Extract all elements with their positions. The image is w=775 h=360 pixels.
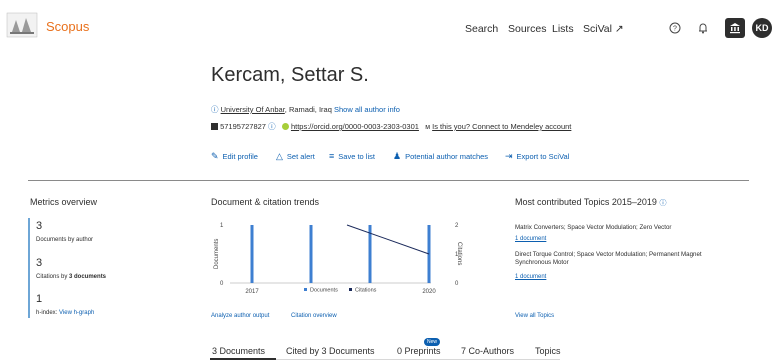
nav-lists[interactable]: Lists	[552, 23, 574, 35]
bell-icon[interactable]	[693, 18, 713, 38]
citations-line	[346, 224, 430, 255]
topic-item-name: Matrix Converters; Space Vector Modulati…	[515, 224, 672, 231]
trends-chart: 10210Documents Citations2017 2020Documents…	[214, 223, 462, 295]
pencil-icon: ✎	[211, 151, 219, 161]
nav-sources[interactable]: Sources	[508, 23, 547, 35]
topics-title: Most contributed Topics 2015–2019 ⓘ	[515, 197, 666, 208]
bell-icon: △	[276, 151, 283, 161]
y2-tick-label: 2	[455, 223, 459, 229]
view-all-topics-link[interactable]: View all Topics	[515, 313, 554, 319]
tab-cited-by[interactable]: Cited by 3 Documents	[286, 346, 375, 356]
building-icon: ⓘ	[211, 105, 219, 114]
new-badge: New	[424, 338, 441, 346]
y2-tick-label: 0	[455, 281, 459, 287]
documents-count[interactable]: 3	[36, 220, 42, 232]
info-icon[interactable]: ⓘ	[268, 122, 276, 131]
topic-item-docs-link[interactable]: 1 document	[515, 236, 546, 242]
citations-count[interactable]: 3	[36, 257, 42, 269]
metrics-accent-bar	[28, 218, 30, 318]
legend-swatch	[304, 288, 307, 291]
topic-item-docs-link[interactable]: 1 document	[515, 274, 546, 280]
topic-item-name: Direct Torque Control; Space Vector Modu…	[515, 251, 702, 266]
scopus-id: 57195727827	[220, 122, 266, 131]
view-h-graph-link[interactable]: View h-graph	[59, 310, 94, 316]
section-divider	[28, 180, 749, 181]
citations-label-prefix: Citations by	[36, 274, 70, 280]
help-icon[interactable]: ?	[665, 18, 685, 38]
user-avatar[interactable]: KD	[752, 18, 772, 38]
h-index-label: h-index:	[36, 310, 58, 316]
documents-bar	[250, 225, 254, 283]
set-alert-label: Set alert	[286, 152, 315, 161]
x-tick-label: 2017	[245, 289, 259, 295]
export-icon: ⇥	[505, 151, 513, 161]
y2-axis-label: Citations	[456, 242, 462, 265]
potential-author-matches-label: Potential author matches	[405, 152, 489, 161]
citation-overview-link[interactable]: Citation overview	[291, 313, 337, 319]
h-index-value: 1	[36, 293, 43, 305]
affiliation-location: , Ramadi, Iraq	[284, 105, 332, 114]
y-axis-label: Documents	[214, 239, 220, 269]
affiliation-link[interactable]: University Of Anbar	[221, 105, 285, 114]
institution-icon[interactable]	[725, 18, 745, 38]
affiliation-line: ⓘ University Of Anbar, Ramadi, Iraq Show…	[211, 104, 400, 115]
set-alert-button[interactable]: △ Set alert	[276, 151, 315, 162]
nav-scival[interactable]: SciVal ↗	[583, 23, 624, 35]
y-tick-label: 1	[220, 223, 224, 229]
legend-swatch	[349, 288, 352, 291]
save-to-list-button[interactable]: ≡ Save to list	[329, 151, 375, 161]
documents-label: Documents by author	[36, 237, 94, 243]
id-card-icon	[211, 123, 218, 130]
orcid-link[interactable]: https://orcid.org/0000-0003-2303-0301	[291, 122, 419, 131]
scopus-brand[interactable]: Scopus	[46, 19, 89, 34]
export-to-scival-button[interactable]: ⇥ Export to SciVal	[505, 151, 569, 162]
people-icon: ♟	[393, 151, 402, 161]
y-tick-label: 0	[220, 281, 224, 287]
orcid-icon	[281, 123, 289, 130]
ids-line: 57195727827 ⓘ https://orcid.org/0000-000…	[211, 121, 571, 132]
h-index-line: h-index: View h-graph	[36, 310, 94, 316]
svg-text:?: ?	[673, 26, 677, 33]
mendeley-icon: м	[425, 124, 431, 131]
author-name: Kercam, Settar S.	[211, 64, 369, 86]
documents-bar	[309, 225, 313, 283]
export-to-scival-label: Export to SciVal	[516, 152, 570, 161]
x-tick-label: 2020	[422, 289, 436, 295]
tab-documents[interactable]: 3 Documents	[212, 346, 265, 356]
tab-topics[interactable]: Topics	[535, 346, 561, 356]
tab-preprints[interactable]: 0 Preprints	[397, 346, 441, 356]
legend-label: Citations	[355, 288, 377, 294]
potential-author-matches-button[interactable]: ♟ Potential author matches	[393, 151, 488, 162]
mendeley-connect-link[interactable]: Is this you? Connect to Mendeley account	[432, 122, 571, 131]
info-icon[interactable]: ⓘ	[659, 200, 666, 207]
citations-label: Citations by 3 documents	[36, 274, 106, 280]
edit-profile-button[interactable]: ✎ Edit profile	[211, 151, 258, 162]
elsevier-logo[interactable]	[6, 12, 38, 38]
list-icon: ≡	[329, 151, 335, 161]
nav-search[interactable]: Search	[465, 23, 498, 35]
legend-label: Documents	[310, 288, 338, 294]
show-all-author-info-link[interactable]: Show all author info	[334, 105, 400, 114]
save-to-list-label: Save to list	[338, 151, 375, 161]
edit-profile-label: Edit profile	[222, 152, 258, 161]
citations-label-docs: 3 documents	[69, 274, 107, 280]
trends-title: Document & citation trends	[211, 197, 320, 207]
tab-co-authors[interactable]: 7 Co-Authors	[461, 346, 514, 356]
analyze-author-output-link[interactable]: Analyze author output	[211, 313, 269, 319]
metrics-overview-title: Metrics overview	[30, 197, 98, 207]
topics-title-text: Most contributed Topics 2015–2019	[515, 197, 657, 207]
